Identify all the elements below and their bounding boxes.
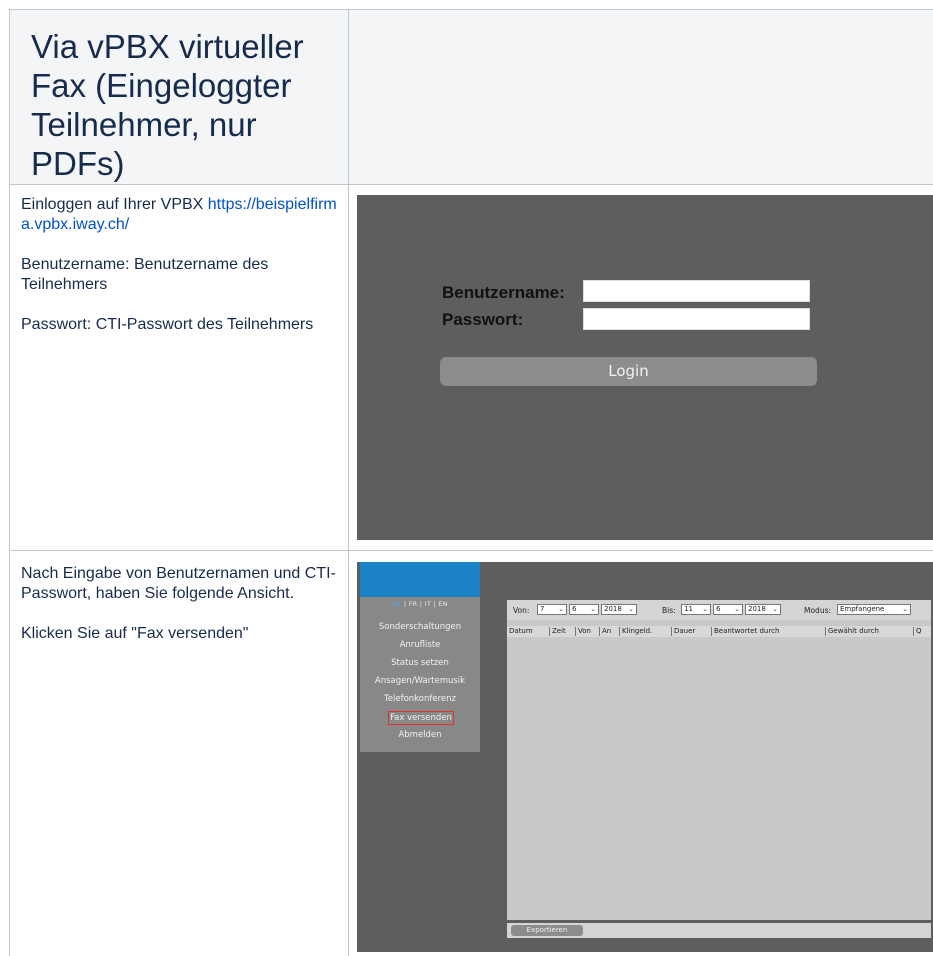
col-beantwortet[interactable]: Beantwortet durch [711,627,779,636]
password-hint: Passwort: CTI-Passwort des Teilnehmers [21,316,314,333]
menu-status-setzen[interactable]: Status setzen [360,657,480,669]
chevron-down-icon: ⌄ [902,605,908,613]
col-q[interactable]: Q [913,627,922,636]
call-list-panel: Von: 7 ⌄ 6 ⌄ 2018 ⌄ Bis: 11 ⌄ 6 ⌄ 2018 ⌄ Modus… [507,600,931,920]
col-von[interactable]: Von [575,627,591,636]
modus-label: Modus: [804,606,832,615]
vpbx-screenshot: DE | FR | IT | EN Sonderschaltungen Anru… [357,562,933,952]
chevron-down-icon: ⌄ [558,605,564,613]
password-input[interactable] [583,308,810,330]
login-screenshot: Benutzername: Passwort: Login [357,195,933,540]
footer-bar: Exportieren [507,923,931,938]
bis-year-value: 2018 [748,605,766,613]
chevron-down-icon: ⌄ [628,605,634,613]
username-hint: Benutzername: Benutzername des Teilnehme… [21,256,269,293]
col-gewaehlt[interactable]: Gewählt durch [825,627,879,636]
chevron-down-icon: ⌄ [772,605,778,613]
von-label: Von: [513,606,530,615]
view-description: Nach Eingabe von Benutzernamen und CTI-P… [21,565,336,602]
menu-abmelden[interactable]: Abmelden [360,729,480,741]
bis-label: Bis: [662,606,676,615]
export-button[interactable]: Exportieren [511,925,583,936]
table-border [9,184,933,185]
vpbx-logo-bar [360,562,480,597]
menu-ansagen-wartemusik[interactable]: Ansagen/Wartemusik [360,675,480,687]
login-button[interactable]: Login [440,357,817,386]
bis-month-value: 6 [716,605,721,613]
call-list-body [507,637,931,920]
von-month-value: 6 [572,605,577,613]
call-list-header: Datum Zeit Von An Klingeld. Dauer Beantw… [507,626,931,637]
chevron-down-icon: ⌄ [702,605,708,613]
col-dauer[interactable]: Dauer [671,627,695,636]
language-switcher[interactable]: DE | FR | IT | EN [360,601,480,608]
von-year-value: 2018 [604,605,622,613]
table-header-cell: Via vPBX virtueller Fax (Eingeloggter Te… [10,10,348,184]
username-label: Benutzername: [442,283,565,302]
von-month-select[interactable]: 6 ⌄ [569,604,599,615]
menu-anrufliste[interactable]: Anrufliste [360,639,480,651]
chevron-down-icon: ⌄ [590,605,596,613]
filter-bar: Von: 7 ⌄ 6 ⌄ 2018 ⌄ Bis: 11 ⌄ 6 ⌄ 2018 ⌄ Modus… [507,600,931,620]
lang-others[interactable]: | FR | IT | EN [402,601,448,608]
step-login-text: Einloggen auf Ihrer VPBX https://beispie… [21,195,337,355]
login-intro: Einloggen auf Ihrer VPBX [21,196,208,213]
table-border [9,550,933,551]
password-label: Passwort: [442,310,524,329]
step-fax-text: Nach Eingabe von Benutzernamen und CTI-P… [21,564,337,664]
username-input[interactable] [583,280,810,302]
table-header-cell-empty [349,10,933,184]
bis-year-select[interactable]: 2018 ⌄ [745,604,781,615]
menu-fax-versenden[interactable]: Fax versenden [388,711,454,725]
login-instruction: Einloggen auf Ihrer VPBX https://beispie… [21,195,337,235]
von-day-select[interactable]: 7 ⌄ [537,604,567,615]
fax-instruction: Klicken Sie auf "Fax versenden" [21,625,249,642]
page-title: Via vPBX virtueller Fax (Eingeloggter Te… [31,28,304,182]
menu-sonderschaltungen[interactable]: Sonderschaltungen [360,621,480,633]
bis-day-select[interactable]: 11 ⌄ [681,604,711,615]
col-zeit[interactable]: Zeit [549,627,566,636]
documentation-table: Via vPBX virtueller Fax (Eingeloggter Te… [0,0,933,956]
col-an[interactable]: An [599,627,611,636]
lang-de[interactable]: DE [392,601,401,608]
col-datum[interactable]: Datum [507,627,533,636]
bis-month-select[interactable]: 6 ⌄ [713,604,743,615]
chevron-down-icon: ⌄ [734,605,740,613]
modus-value: Empfangene [840,605,885,613]
von-year-select[interactable]: 2018 ⌄ [601,604,637,615]
col-klingeld[interactable]: Klingeld. [619,627,652,636]
modus-select[interactable]: Empfangene ⌄ [837,604,911,615]
bis-day-value: 11 [684,605,693,613]
menu-telefonkonferenz[interactable]: Telefonkonferenz [360,693,480,705]
von-day-value: 7 [540,605,545,613]
vpbx-sidebar: DE | FR | IT | EN Sonderschaltungen Anru… [360,562,480,752]
